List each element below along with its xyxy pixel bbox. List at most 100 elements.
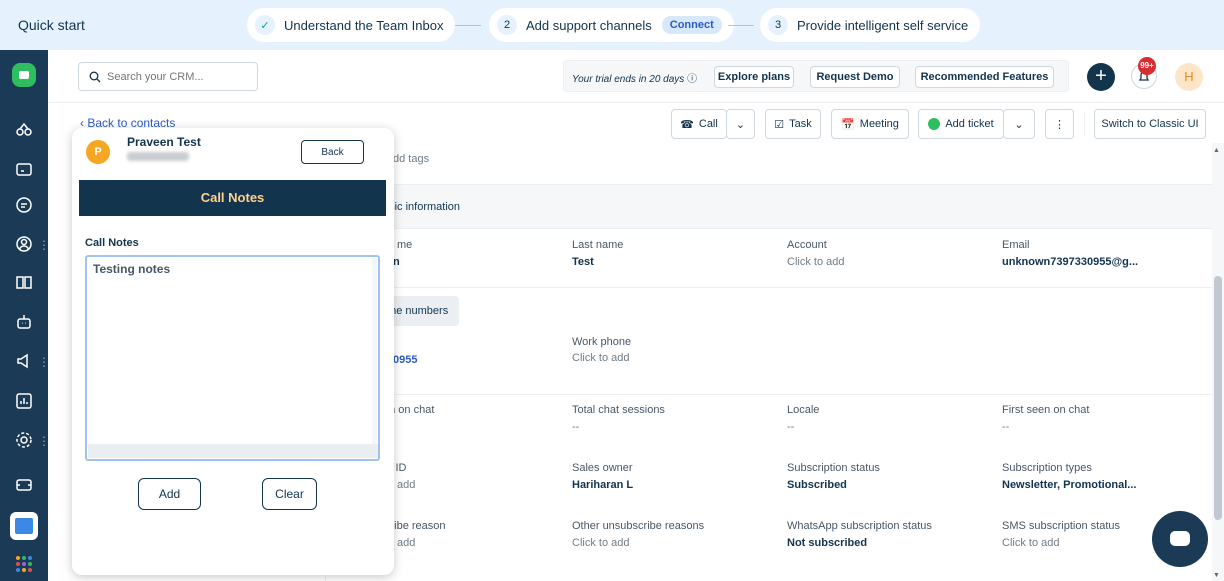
phone-app-icon[interactable] bbox=[10, 512, 38, 540]
call-notes-header: Call Notes bbox=[79, 180, 386, 216]
total-chat-sessions-label: Total chat sessions bbox=[572, 404, 665, 416]
step-1-label: Understand the Team Inbox bbox=[284, 17, 444, 33]
textarea-scrollbar[interactable] bbox=[88, 444, 378, 458]
conversations-icon[interactable] bbox=[14, 160, 34, 180]
add-tags-link[interactable]: dd tags bbox=[393, 153, 429, 165]
task-label: Task bbox=[789, 118, 812, 130]
add-ticket-button[interactable]: Add ticket bbox=[918, 109, 1004, 139]
scroll-down-icon[interactable]: ▼ bbox=[1213, 572, 1220, 579]
campaigns-icon[interactable] bbox=[14, 351, 34, 371]
task-button[interactable]: ☑ Task bbox=[765, 109, 821, 139]
locale-label: Locale bbox=[787, 404, 820, 416]
create-new-button[interactable]: + bbox=[1087, 63, 1115, 91]
quick-start-step-1[interactable]: ✓ Understand the Team Inbox bbox=[247, 8, 456, 42]
textarea-scrollbar[interactable] bbox=[372, 258, 377, 446]
ticket-icon bbox=[928, 118, 941, 130]
meeting-label: Meeting bbox=[859, 118, 899, 130]
quick-start-step-2[interactable]: 2 Add support channels Connect bbox=[489, 8, 734, 42]
call-button[interactable]: ☎ Call bbox=[671, 109, 727, 139]
call-dropdown-button[interactable]: ⌄ bbox=[726, 109, 755, 139]
step-3-label: Provide intelligent self service bbox=[797, 17, 969, 33]
calendar-icon: 📅 bbox=[841, 118, 855, 131]
whatsapp-subscription-label: WhatsApp subscription status bbox=[787, 520, 932, 532]
mobile-number-value[interactable]: 0955 bbox=[393, 354, 417, 366]
search-box[interactable] bbox=[78, 62, 258, 91]
search-input[interactable] bbox=[107, 70, 247, 83]
add-ticket-dropdown-button[interactable]: ⌄ bbox=[1003, 109, 1035, 139]
explore-plans-button[interactable]: Explore plans bbox=[714, 66, 794, 88]
account-value[interactable]: Click to add bbox=[787, 256, 844, 268]
chevron-down-icon: ⌄ bbox=[1014, 118, 1024, 131]
step-2-number: 2 bbox=[497, 15, 517, 35]
email-value[interactable]: unknown7397330955@g... bbox=[1002, 256, 1138, 268]
total-chat-sessions-value: -- bbox=[572, 421, 580, 433]
add-ticket-label: Add ticket bbox=[945, 118, 994, 130]
bot-icon[interactable] bbox=[14, 312, 34, 332]
work-phone-value[interactable]: Click to add bbox=[572, 352, 629, 364]
knowledge-base-icon[interactable] bbox=[14, 272, 34, 292]
user-avatar[interactable]: H bbox=[1175, 63, 1203, 91]
subscription-status-label: Subscription status bbox=[787, 462, 880, 474]
unsubscribe-reason-value[interactable]: add bbox=[397, 537, 415, 549]
trial-text-label: Your trial ends in 20 days bbox=[572, 74, 685, 85]
recommended-features-button[interactable]: Recommended Features bbox=[915, 66, 1054, 88]
notification-count-badge: 99+ bbox=[1138, 57, 1156, 75]
brand-logo[interactable] bbox=[12, 63, 36, 87]
call-label: Call bbox=[698, 118, 718, 130]
call-notes-text[interactable]: Testing notes bbox=[93, 262, 170, 276]
quick-start-title: Quick start bbox=[18, 17, 85, 33]
trial-banner: Your trial ends in 20 days ⓘ Explore pla… bbox=[563, 60, 1069, 92]
subscription-status-value[interactable]: Subscribed bbox=[787, 479, 847, 491]
tickets-icon[interactable] bbox=[14, 475, 34, 495]
chevron-down-icon: ⌄ bbox=[735, 118, 746, 131]
chat-icon[interactable] bbox=[14, 195, 34, 215]
add-button[interactable]: Add bbox=[138, 478, 201, 510]
sales-owner-label: Sales owner bbox=[572, 462, 633, 474]
quick-start-step-3[interactable]: 3 Provide intelligent self service bbox=[760, 8, 981, 42]
last-name-label: Last name bbox=[572, 239, 624, 251]
other-unsubscribe-reasons-value[interactable]: Click to add bbox=[572, 537, 629, 549]
request-demo-button[interactable]: Request Demo bbox=[810, 66, 900, 88]
first-seen-label: First seen on chat bbox=[1002, 404, 1090, 416]
more-dots-icon[interactable]: ⋮ bbox=[38, 434, 50, 448]
connect-badge[interactable]: Connect bbox=[661, 16, 722, 34]
more-dots-icon[interactable]: ⋮ bbox=[38, 355, 50, 369]
toolbar-divider bbox=[1084, 112, 1085, 136]
quick-start-bar: Quick start ✓ Understand the Team Inbox … bbox=[0, 0, 1224, 50]
clear-button[interactable]: Clear bbox=[262, 478, 317, 510]
analytics-icon[interactable] bbox=[14, 391, 34, 411]
basic-information-title: asic information bbox=[383, 201, 461, 213]
more-options-button[interactable]: ⋮ bbox=[1045, 109, 1074, 139]
subscription-types-value[interactable]: Newsletter, Promotional... bbox=[1002, 479, 1136, 491]
last-name-value[interactable]: Test bbox=[572, 256, 594, 268]
chat-widget-button[interactable] bbox=[1152, 511, 1208, 567]
apps-grid-icon[interactable] bbox=[16, 556, 32, 572]
scroll-up-icon[interactable]: ▲ bbox=[1213, 147, 1220, 154]
locale-value[interactable]: -- bbox=[787, 421, 794, 433]
contact-phone-redacted bbox=[127, 152, 189, 161]
whatsapp-subscription-value[interactable]: Not subscribed bbox=[787, 537, 867, 549]
meeting-button[interactable]: 📅 Meeting bbox=[831, 109, 909, 139]
call-notes-popup: P Praveen Test Back Call Notes Call Note… bbox=[72, 128, 394, 575]
team-inbox-icon[interactable] bbox=[14, 120, 34, 140]
call-notes-textarea[interactable]: Testing notes bbox=[85, 255, 380, 461]
id-value[interactable]: add bbox=[397, 479, 415, 491]
sms-subscription-value[interactable]: Click to add bbox=[1002, 537, 1059, 549]
phone-icon: ☎ bbox=[680, 118, 694, 131]
info-icon[interactable]: ⓘ bbox=[687, 74, 697, 85]
unsubscribe-reason-label: cribe reason bbox=[385, 520, 446, 532]
trial-text: Your trial ends in 20 days ⓘ bbox=[572, 70, 697, 85]
settings-gear-icon[interactable] bbox=[14, 430, 34, 450]
more-dots-icon[interactable]: ⋮ bbox=[38, 238, 50, 252]
first-seen-value: -- bbox=[1002, 421, 1010, 433]
sales-owner-value[interactable]: Hariharan L bbox=[572, 479, 633, 491]
other-unsubscribe-reasons-label: Other unsubscribe reasons bbox=[572, 520, 705, 532]
kebab-icon: ⋮ bbox=[1054, 118, 1065, 131]
first-name-label: me bbox=[397, 239, 413, 251]
switch-classic-ui-button[interactable]: Switch to Classic UI bbox=[1094, 109, 1206, 139]
first-name-value[interactable]: n bbox=[393, 256, 400, 268]
contacts-icon[interactable] bbox=[14, 234, 34, 254]
back-button[interactable]: Back bbox=[301, 140, 364, 164]
contact-name: Praveen Test bbox=[127, 135, 201, 149]
scrollbar-thumb[interactable] bbox=[1214, 276, 1222, 520]
